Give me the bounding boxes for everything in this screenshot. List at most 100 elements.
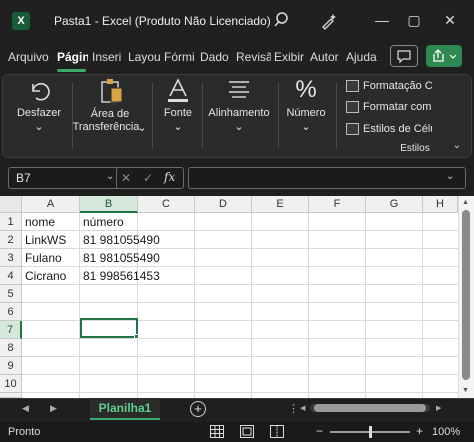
cell-a4[interactable]: Cicrano: [25, 269, 66, 283]
add-sheet-button[interactable]: +: [190, 401, 206, 417]
row-header-1[interactable]: 1: [0, 213, 22, 231]
font-dropdown-icon[interactable]: ⌄: [168, 120, 188, 133]
zoom-in-button[interactable]: +: [416, 424, 423, 438]
column-header-h[interactable]: H: [423, 196, 458, 213]
name-box-dropdown-icon[interactable]: ⌄: [106, 171, 114, 182]
zoom-slider-thumb[interactable]: [369, 426, 372, 438]
font-group-label[interactable]: Fonte: [160, 107, 196, 119]
tab-layout[interactable]: Layou: [128, 50, 160, 68]
active-cell-b7[interactable]: [80, 318, 138, 338]
sheet-options-icon[interactable]: ⋮: [288, 402, 299, 415]
clipboard-dropdown-icon[interactable]: ⌄: [136, 121, 148, 134]
ribbon-collapse-button[interactable]: ⌄: [448, 140, 466, 156]
gridline: [251, 213, 252, 398]
fill-handle[interactable]: [134, 334, 139, 339]
clipboard-label-line1[interactable]: Área de: [80, 108, 140, 120]
tab-pagina-inicial[interactable]: Págin: [57, 50, 88, 68]
cancel-formula-icon[interactable]: ✕: [121, 171, 131, 185]
name-box-value[interactable]: B7: [16, 171, 31, 185]
cell-b2[interactable]: 81 981055490: [83, 233, 160, 247]
worksheet-grid[interactable]: [0, 196, 474, 398]
column-header-c[interactable]: C: [138, 196, 195, 213]
cell-b4[interactable]: 81 998561453: [83, 269, 160, 283]
cell-b3[interactable]: 81 981055490: [83, 251, 160, 265]
alignment-group-label[interactable]: Alinhamento: [206, 107, 272, 119]
tab-dados[interactable]: Dado: [200, 50, 232, 68]
percent-icon[interactable]: %: [292, 76, 320, 104]
enter-formula-icon[interactable]: ✓: [143, 171, 153, 185]
cell-a2[interactable]: LinkWS: [25, 233, 66, 247]
designer-pen-icon[interactable]: [318, 10, 340, 32]
comments-button[interactable]: [390, 45, 418, 67]
window-title: Pasta1 - Excel (Produto Não Licenciado): [54, 14, 271, 28]
tab-automatizar[interactable]: Autor: [310, 50, 342, 68]
clipboard-icon[interactable]: [98, 76, 126, 106]
cell-b1[interactable]: número: [83, 215, 124, 229]
row-header-5[interactable]: 5: [0, 285, 22, 303]
conditional-formatting-icon[interactable]: [346, 80, 359, 92]
gridline: [22, 374, 458, 375]
tab-formulas[interactable]: Fórmi: [164, 50, 196, 68]
column-header-g[interactable]: G: [366, 196, 423, 213]
prev-sheet-icon[interactable]: ◀: [22, 403, 29, 414]
row-header-4[interactable]: 4: [0, 267, 22, 285]
row-header-8[interactable]: 8: [0, 339, 22, 357]
column-header-f[interactable]: F: [309, 196, 366, 213]
format-as-table-icon[interactable]: [346, 101, 359, 113]
zoom-out-button[interactable]: −: [316, 424, 323, 438]
formula-expand-icon[interactable]: ⌄: [446, 171, 454, 182]
number-group-label[interactable]: Número: [284, 107, 328, 119]
cell-a3[interactable]: Fulano: [25, 251, 62, 265]
cell-styles-button[interactable]: Estilos de Célu: [363, 123, 432, 135]
scroll-right-icon[interactable]: ▶: [436, 404, 441, 412]
next-sheet-icon[interactable]: ▶: [50, 403, 57, 414]
formula-input[interactable]: [188, 167, 466, 189]
cell-a1[interactable]: nome: [25, 215, 55, 229]
scroll-up-icon[interactable]: ▲: [462, 199, 469, 206]
column-header-e[interactable]: E: [252, 196, 309, 213]
tab-revisao[interactable]: Revisã: [236, 50, 271, 68]
tab-exibir[interactable]: Exibir: [274, 50, 307, 68]
alignment-dropdown-icon[interactable]: ⌄: [229, 120, 249, 133]
undo-button-label[interactable]: Desfazer: [14, 107, 64, 119]
minimize-button[interactable]: —: [372, 10, 392, 30]
insert-function-icon[interactable]: fx: [164, 170, 175, 184]
page-break-view-icon[interactable]: [270, 425, 284, 438]
search-icon[interactable]: [272, 10, 292, 30]
gridline: [22, 248, 458, 249]
row-header-9[interactable]: 9: [0, 357, 22, 375]
maximize-button[interactable]: ▢: [404, 10, 424, 30]
horizontal-scroll-thumb[interactable]: [314, 404, 426, 412]
column-header-b[interactable]: B: [80, 196, 138, 213]
clipboard-label-line2[interactable]: Transferência: [72, 121, 140, 133]
zoom-percentage[interactable]: 100%: [432, 426, 460, 438]
close-button[interactable]: ✕: [440, 10, 460, 30]
tab-inserir[interactable]: Inseri: [92, 50, 123, 68]
alignment-icon[interactable]: [226, 78, 252, 102]
column-header-a[interactable]: A: [22, 196, 80, 213]
column-header-d[interactable]: D: [195, 196, 252, 213]
vertical-scroll-thumb[interactable]: [462, 210, 470, 380]
excel-app-icon[interactable]: X: [12, 12, 30, 30]
sheet-tab-planilha1[interactable]: Planilha1: [90, 398, 160, 420]
row-header-10[interactable]: 10: [0, 375, 22, 393]
number-dropdown-icon[interactable]: ⌄: [296, 120, 316, 133]
format-as-table-button[interactable]: Formatar como: [363, 101, 432, 113]
undo-dropdown-icon[interactable]: ⌄: [29, 120, 49, 133]
scroll-down-icon[interactable]: ▼: [462, 387, 469, 394]
select-all-corner[interactable]: [0, 196, 22, 213]
undo-icon[interactable]: [26, 78, 52, 104]
tab-arquivo[interactable]: Arquivo: [8, 50, 56, 68]
font-icon[interactable]: [164, 76, 192, 104]
row-header-7[interactable]: 7: [0, 321, 22, 339]
share-button[interactable]: [426, 45, 462, 67]
normal-view-icon[interactable]: [210, 425, 224, 438]
page-layout-view-icon[interactable]: [240, 425, 254, 438]
row-header-3[interactable]: 3: [0, 249, 22, 267]
cell-styles-icon[interactable]: [346, 123, 359, 135]
scroll-left-icon[interactable]: ◀: [300, 404, 305, 412]
conditional-formatting-button[interactable]: Formatação Co: [363, 80, 432, 92]
tab-ajuda[interactable]: Ajuda: [346, 50, 380, 68]
row-header-2[interactable]: 2: [0, 231, 22, 249]
row-header-6[interactable]: 6: [0, 303, 22, 321]
